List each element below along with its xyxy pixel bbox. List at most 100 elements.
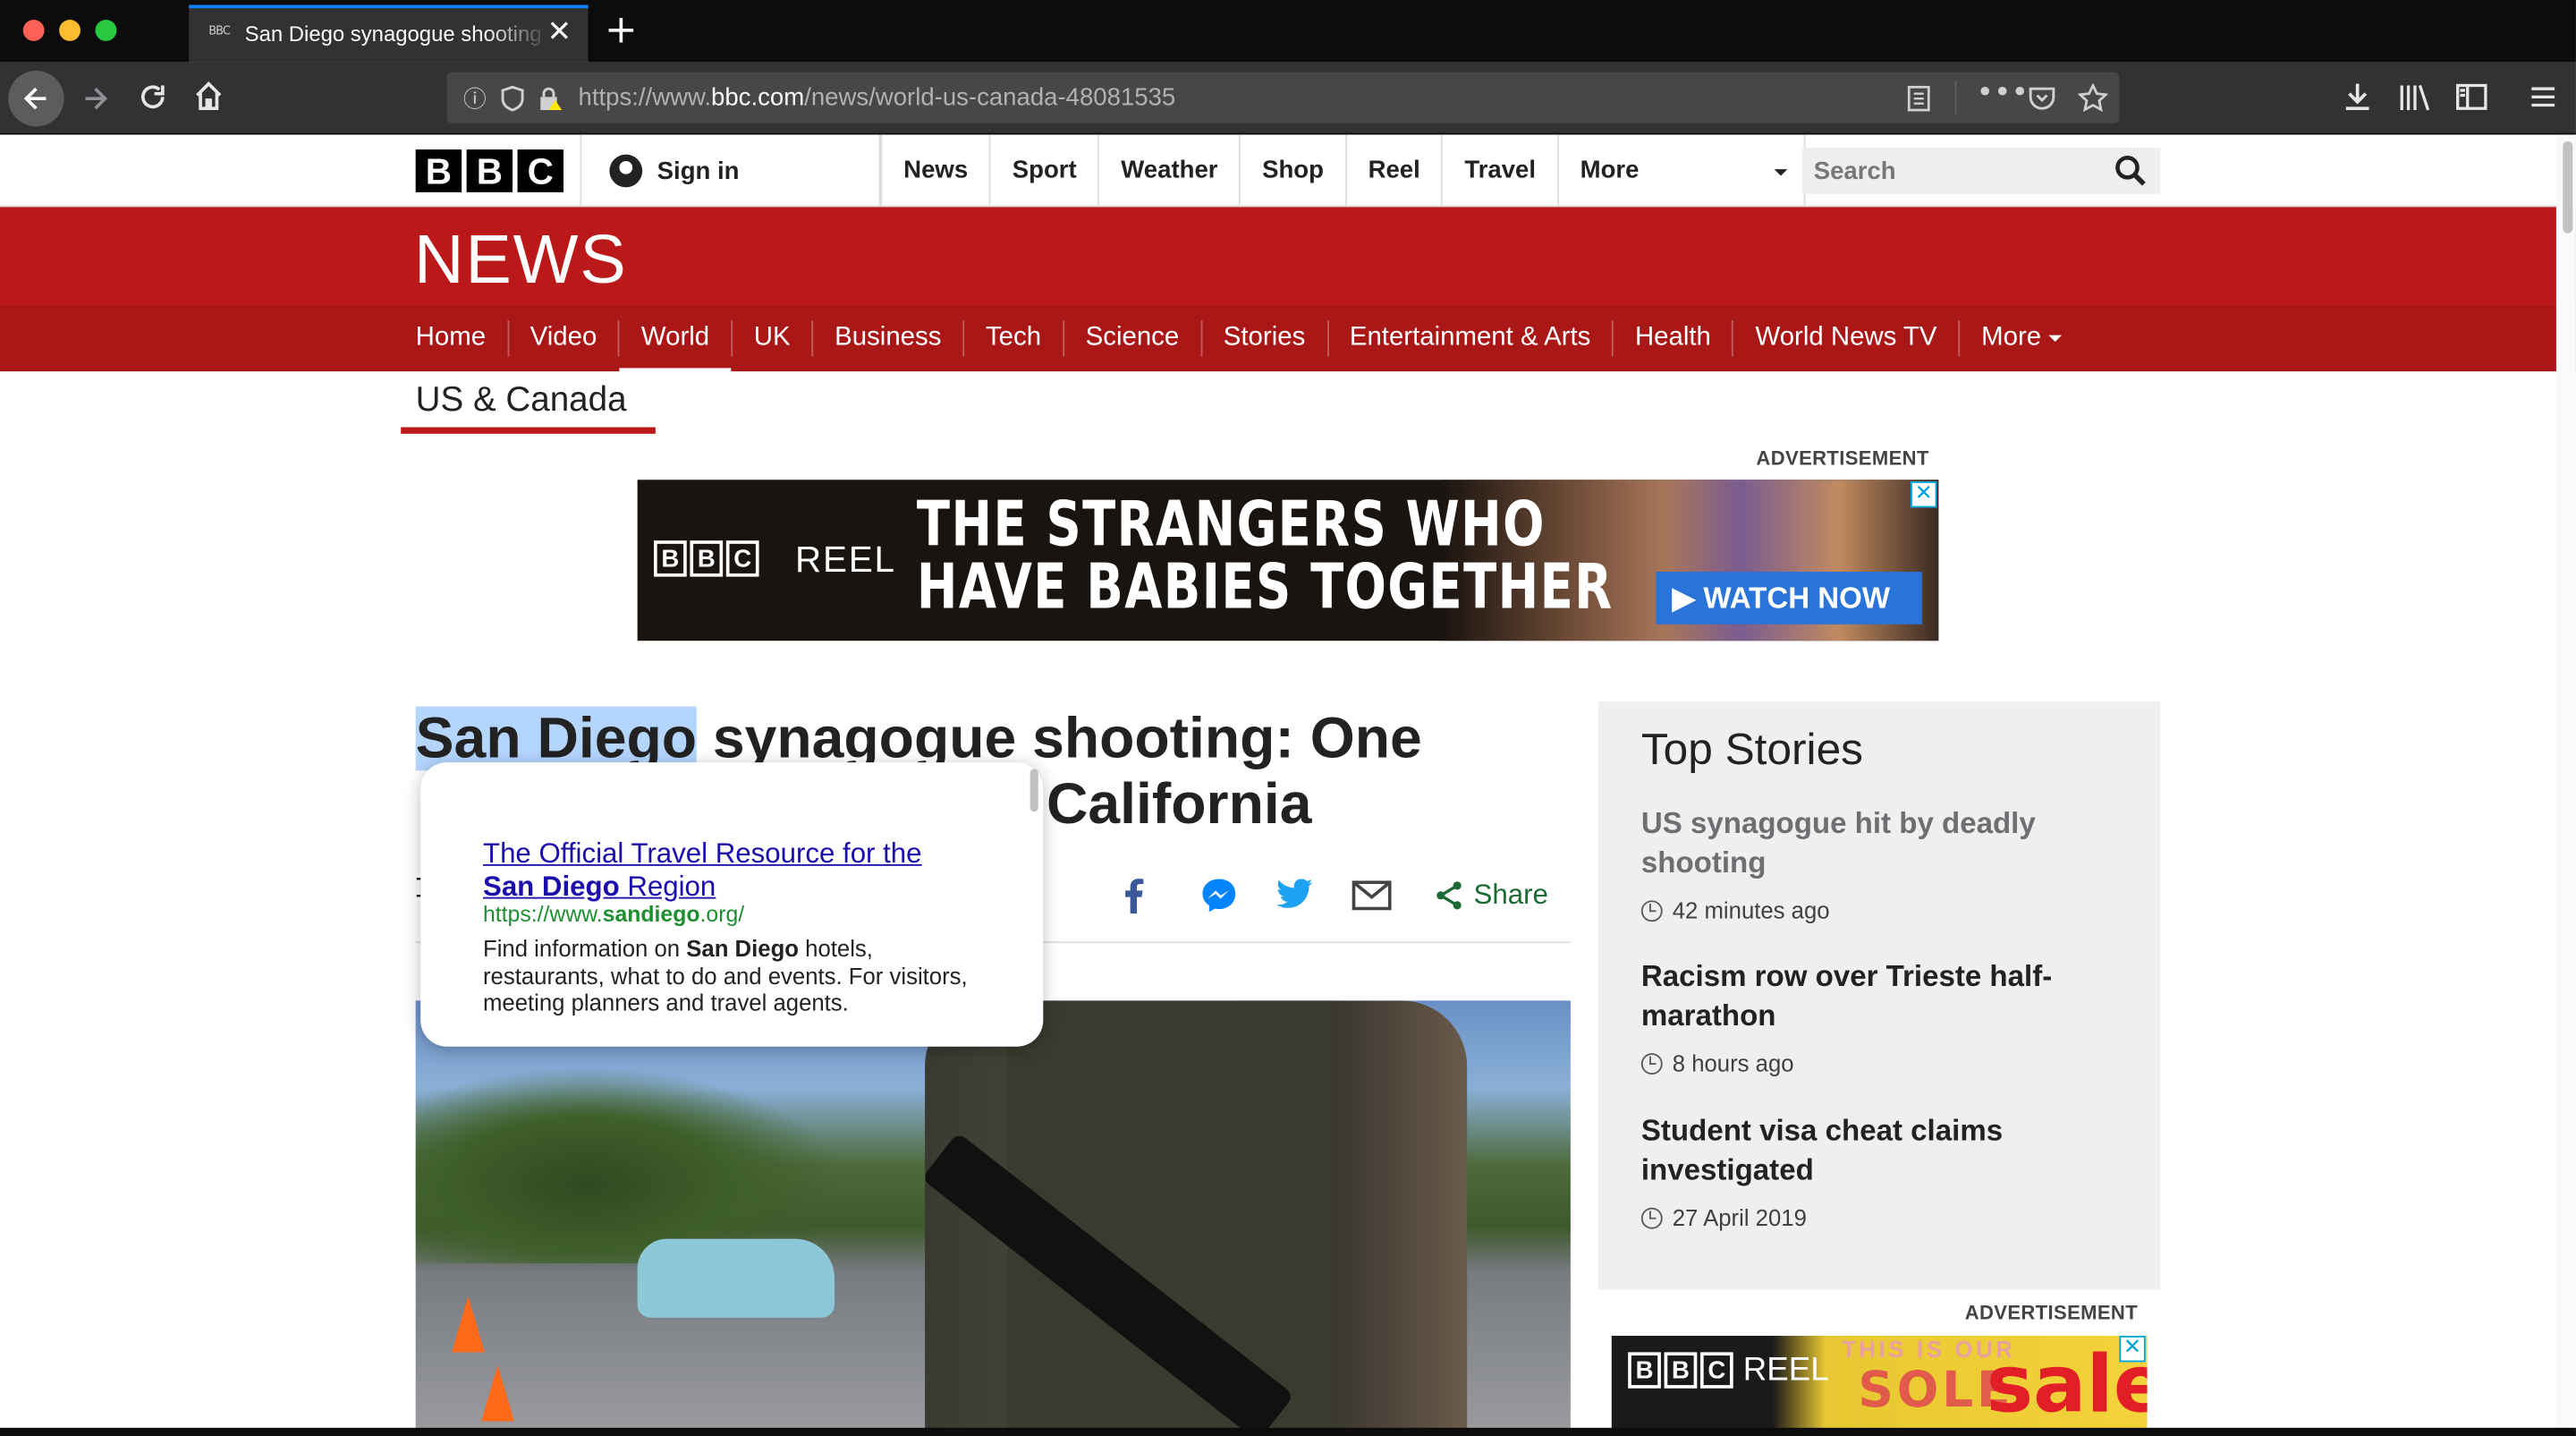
ad-logo-letter: B bbox=[1664, 1352, 1698, 1389]
sign-in-link[interactable]: Sign in bbox=[580, 134, 881, 208]
bookmark-star-icon[interactable] bbox=[2078, 83, 2108, 114]
close-tab-icon[interactable]: ✕ bbox=[547, 15, 572, 50]
subsection-underline bbox=[401, 427, 656, 434]
navigation-toolbar: ⓘ https://www.bbc.com/news/world-us-cana… bbox=[0, 62, 2576, 135]
top-navigation: News Sport Weather Shop Reel Travel More bbox=[880, 134, 1806, 208]
advertisement-label: ADVERTISEMENT bbox=[1964, 1301, 2139, 1325]
section-entertainment-arts[interactable]: Entertainment & Arts bbox=[1328, 320, 1614, 357]
zoom-window-button[interactable] bbox=[95, 20, 117, 41]
ad-logo-letter: C bbox=[1699, 1352, 1733, 1389]
url-bar[interactable]: ⓘ https://www.bbc.com/news/world-us-cana… bbox=[446, 72, 2120, 123]
sidebar-icon[interactable] bbox=[2456, 82, 2487, 112]
popup-scrollbar[interactable] bbox=[1030, 769, 1038, 812]
share-label[interactable]: Share bbox=[1474, 879, 1548, 912]
browser-tab[interactable]: BBC San Diego synagogue shooting: One ✕ bbox=[189, 4, 589, 63]
article-hero-image bbox=[415, 1000, 1571, 1436]
top-story-item[interactable]: Racism row over Trieste half-marathon 8 … bbox=[1640, 956, 2134, 1076]
image-traffic-cone bbox=[481, 1365, 514, 1422]
close-window-button[interactable] bbox=[22, 20, 45, 41]
bbc-reel-sale-ad[interactable]: B B C REEL THIS IS OUR SOLE sale bbox=[1611, 1335, 2148, 1432]
more-icon[interactable]: ••• bbox=[1977, 75, 2029, 110]
search-placeholder: Search bbox=[1813, 157, 1896, 186]
top-story-time: 27 April 2019 bbox=[1640, 1204, 2134, 1231]
popup-result-link[interactable]: The Official Travel Resource for the San… bbox=[483, 838, 976, 904]
reload-icon[interactable] bbox=[138, 82, 167, 112]
messenger-icon[interactable] bbox=[1201, 878, 1237, 913]
page-scrollbar-thumb[interactable] bbox=[2563, 140, 2573, 234]
bbc-logo-letter: C bbox=[517, 149, 564, 192]
ad-bbc-logo: B B C bbox=[1628, 1352, 1733, 1389]
nav-news[interactable]: News bbox=[880, 134, 991, 208]
user-icon bbox=[609, 154, 643, 188]
top-story-item[interactable]: US synagogue hit by deadly shooting 42 m… bbox=[1640, 803, 2134, 923]
section-stories[interactable]: Stories bbox=[1202, 320, 1328, 357]
section-science[interactable]: Science bbox=[1064, 320, 1202, 357]
section-more-dropdown[interactable]: More bbox=[1960, 320, 2084, 356]
news-header: NEWS Home Video World UK Business Tech S… bbox=[0, 207, 2576, 375]
nav-sport[interactable]: Sport bbox=[991, 134, 1100, 208]
search-icon[interactable] bbox=[2114, 155, 2148, 188]
nav-shop[interactable]: Shop bbox=[1241, 134, 1347, 208]
section-business[interactable]: Business bbox=[813, 320, 965, 357]
facebook-icon[interactable] bbox=[1122, 878, 1145, 914]
ad-logo-letter: B bbox=[654, 540, 687, 577]
selected-text[interactable]: San Diego bbox=[415, 706, 698, 771]
section-tech[interactable]: Tech bbox=[964, 320, 1064, 357]
timestamp: 27 April 2019 bbox=[1672, 1204, 1807, 1231]
nav-weather[interactable]: Weather bbox=[1099, 134, 1241, 208]
reader-view-icon[interactable] bbox=[1906, 85, 1932, 112]
bbc-logo-letter: B bbox=[466, 149, 513, 192]
library-icon[interactable] bbox=[2399, 82, 2432, 112]
back-button[interactable] bbox=[8, 70, 64, 127]
section-video[interactable]: Video bbox=[509, 320, 621, 357]
shield-icon[interactable] bbox=[501, 85, 524, 112]
home-icon[interactable] bbox=[194, 81, 224, 112]
popup-result-description: Find information on San Diego hotels, re… bbox=[482, 934, 968, 1015]
timestamp: 8 hours ago bbox=[1672, 1049, 1794, 1076]
minimize-window-button[interactable] bbox=[59, 20, 80, 41]
ad-close-icon[interactable]: ✕ bbox=[2119, 1335, 2146, 1363]
twitter-icon[interactable] bbox=[1276, 879, 1313, 908]
top-stories-title: Top Stories bbox=[1640, 724, 1863, 774]
section-world-news-tv[interactable]: World News TV bbox=[1734, 320, 1961, 357]
watch-now-button[interactable]: ▶ WATCH NOW bbox=[1656, 572, 1922, 625]
ad-reel-label: REEL bbox=[1742, 1352, 1829, 1389]
bbc-logo[interactable]: B B C bbox=[415, 149, 564, 192]
subsection-title[interactable]: US & Canada bbox=[416, 381, 627, 421]
menu-icon[interactable] bbox=[2530, 84, 2556, 110]
tab-title-fade bbox=[484, 11, 551, 58]
nav-reel[interactable]: Reel bbox=[1347, 134, 1444, 208]
top-story-headline[interactable]: Student visa cheat claims investigated bbox=[1641, 1110, 2134, 1189]
lock-warning-icon[interactable] bbox=[538, 85, 564, 111]
top-story-item[interactable]: Student visa cheat claims investigated 2… bbox=[1640, 1110, 2134, 1231]
web-page: B B C Sign in News Sport Weather Shop Re… bbox=[0, 134, 2576, 1436]
section-health[interactable]: Health bbox=[1614, 320, 1734, 357]
page-scrollbar[interactable] bbox=[2555, 134, 2576, 1436]
share-icon[interactable] bbox=[1434, 880, 1463, 910]
info-icon[interactable]: ⓘ bbox=[463, 82, 487, 115]
nav-travel[interactable]: Travel bbox=[1443, 134, 1559, 208]
back-icon bbox=[23, 87, 47, 110]
clock-icon bbox=[1640, 1206, 1663, 1228]
top-story-headline[interactable]: Racism row over Trieste half-marathon bbox=[1641, 956, 2134, 1035]
pocket-icon[interactable] bbox=[2029, 85, 2055, 111]
search-input[interactable]: Search bbox=[1801, 148, 2161, 194]
image-traffic-cone bbox=[452, 1296, 485, 1353]
nav-more-dropdown[interactable]: More bbox=[1559, 134, 1806, 208]
section-navigation: Home Video World UK Business Tech Scienc… bbox=[0, 305, 2576, 375]
bbc-reel-ad-banner[interactable]: B B C REEL THE STRANGERS WHO HAVE BABIES… bbox=[637, 480, 1939, 642]
ad-headline-line: THE STRANGERS WHO bbox=[916, 488, 1546, 561]
section-uk[interactable]: UK bbox=[733, 320, 814, 357]
ad-headline: THE STRANGERS WHO HAVE BABIES TOGETHER bbox=[917, 493, 1614, 618]
ad-logo-letter: B bbox=[1628, 1352, 1661, 1389]
top-story-headline[interactable]: US synagogue hit by deadly shooting bbox=[1641, 803, 2134, 882]
email-icon[interactable] bbox=[1352, 880, 1392, 911]
section-world[interactable]: World bbox=[620, 320, 733, 375]
section-home[interactable]: Home bbox=[416, 320, 509, 357]
news-logo[interactable]: NEWS bbox=[414, 220, 628, 299]
new-tab-button[interactable]: + bbox=[605, 6, 638, 52]
download-icon[interactable] bbox=[2343, 82, 2372, 112]
ad-close-icon[interactable]: ✕ bbox=[1911, 481, 1937, 508]
forward-icon[interactable] bbox=[80, 84, 110, 114]
top-story-time: 8 hours ago bbox=[1640, 1049, 2134, 1076]
